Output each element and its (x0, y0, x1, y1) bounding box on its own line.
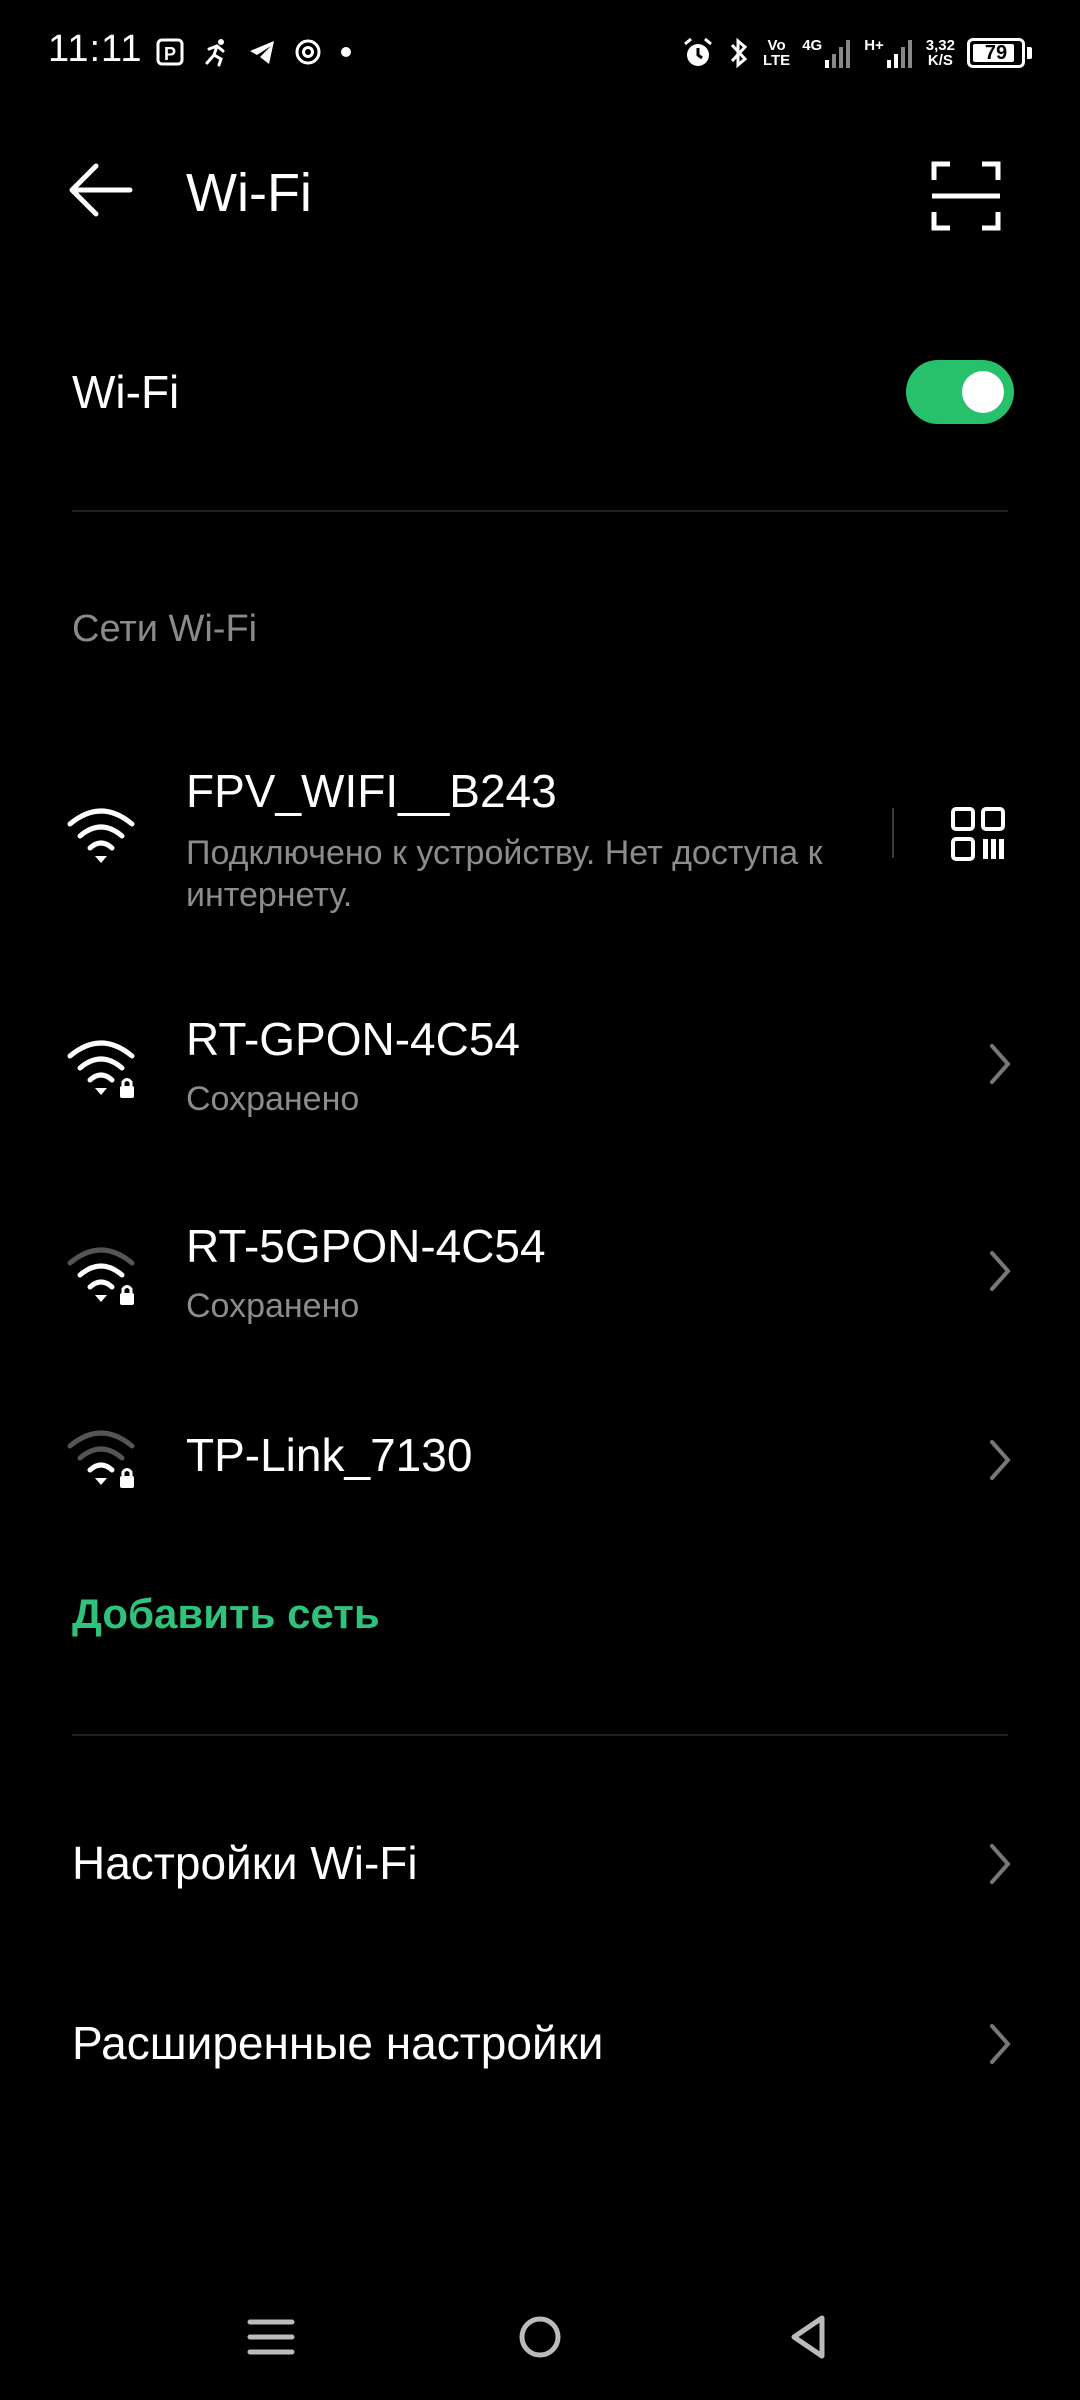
page-title: Wi-Fi (186, 163, 312, 223)
status-time: 11:11 (48, 28, 143, 70)
signal-bars-2-icon (886, 40, 912, 68)
wifi-locked-weak-icon (67, 1430, 135, 1488)
parking-app-icon: P (156, 38, 184, 66)
network-status: Сохранено (186, 1287, 360, 1325)
running-icon (205, 39, 225, 67)
network-item[interactable]: RT-5GPON-4C54 Сохранено (0, 1207, 1080, 1337)
back-button[interactable] (60, 150, 140, 230)
chevron-right-icon (990, 1844, 1011, 1884)
wifi-locked-weak-icon (67, 1247, 135, 1305)
battery-level: 79 (984, 41, 1008, 64)
scan-icon (931, 161, 1001, 231)
chevron-right-icon (990, 1251, 1011, 1291)
advanced-settings-label: Расширенные настройки (72, 2017, 604, 2069)
bluetooth-icon (730, 37, 748, 69)
wifi-toggle-switch[interactable] (906, 360, 1014, 424)
vertical-divider (892, 808, 894, 858)
network-name: FPV_WIFI__B243 (186, 765, 557, 817)
email-at-icon (295, 39, 321, 65)
qr-code-icon[interactable] (950, 806, 1006, 862)
battery-icon: 79 (967, 38, 1025, 68)
advanced-settings-item[interactable]: Расширенные настройки (0, 2000, 1080, 2090)
network-status: Подключено к устройству. Нет доступа к (186, 834, 823, 872)
chevron-right-icon (990, 1044, 1011, 1084)
network-status-2: интернету. (186, 876, 353, 914)
divider (72, 510, 1008, 512)
wifi-locked-icon (67, 1040, 135, 1098)
svg-text:P: P (164, 44, 176, 64)
net-speed: 3,32 K/S (925, 37, 955, 69)
network-item[interactable]: TP-Link_7130 (0, 1410, 1080, 1510)
add-network-link[interactable]: Добавить сеть (72, 1590, 380, 1638)
network-item[interactable]: RT-GPON-4C54 Сохранено (0, 1000, 1080, 1130)
network-status: Сохранено (186, 1080, 360, 1118)
arrow-left-icon (69, 163, 133, 217)
chevron-right-icon (990, 1440, 1011, 1480)
wifi-settings-item[interactable]: Настройки Wi-Fi (0, 1820, 1080, 1910)
wifi-toggle-label: Wi-Fi (72, 366, 180, 418)
menu-icon[interactable] (236, 2302, 306, 2372)
scan-qr-button[interactable] (928, 158, 1004, 234)
signal-4g: 4G (802, 38, 852, 68)
toggle-knob (962, 371, 1004, 413)
alarm-icon (684, 37, 712, 66)
home-icon[interactable] (505, 2302, 575, 2372)
signal-bars-icon (825, 40, 851, 68)
section-title: Сети Wi-Fi (72, 608, 258, 650)
network-name: RT-GPON-4C54 (186, 1013, 521, 1065)
divider (72, 1734, 1008, 1736)
signal-h: H+ (864, 38, 914, 68)
status-right-icons: Vo LTE 4G H+ 3,32 K/S 79 (681, 30, 1032, 76)
chevron-right-icon (990, 2024, 1011, 2064)
network-item-connected[interactable]: FPV_WIFI__B243 Подключено к устройству. … (0, 740, 1080, 930)
network-name: RT-5GPON-4C54 (186, 1220, 546, 1272)
status-left-icons: P (155, 30, 353, 74)
notification-dot-icon (341, 47, 351, 57)
telegram-icon (250, 41, 274, 64)
wifi-settings-label: Настройки Wi-Fi (72, 1837, 418, 1889)
network-name: TP-Link_7130 (186, 1429, 473, 1481)
battery-cap (1027, 47, 1032, 59)
wifi-full-icon (67, 808, 135, 863)
volte-indicator: Vo LTE (762, 37, 791, 69)
back-icon[interactable] (774, 2302, 844, 2372)
